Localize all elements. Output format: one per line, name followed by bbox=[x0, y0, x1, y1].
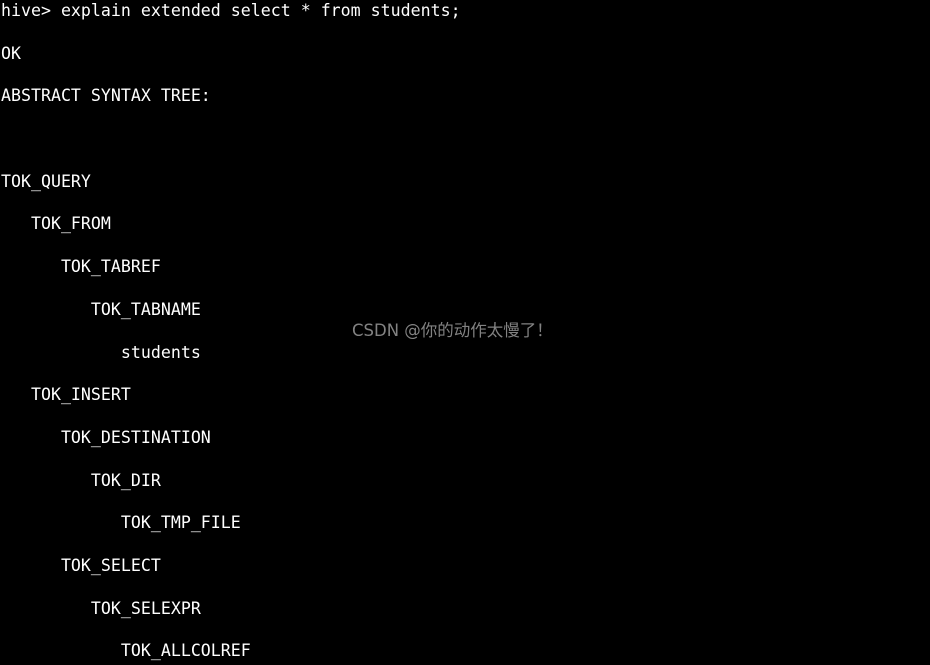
terminal-window[interactable]: hive> explain extended select * from stu… bbox=[0, 0, 930, 665]
terminal-line: TOK_DESTINATION bbox=[1, 427, 211, 447]
terminal-line: TOK_TABNAME bbox=[1, 299, 201, 319]
terminal-line: TOK_SELECT bbox=[1, 555, 161, 575]
terminal-line: TOK_INSERT bbox=[1, 385, 131, 405]
terminal-line: TOK_FROM bbox=[1, 214, 111, 234]
terminal-line: TOK_DIR bbox=[1, 470, 161, 490]
terminal-line: OK bbox=[1, 43, 21, 63]
terminal-line: hive> explain extended select * from stu… bbox=[1, 1, 461, 20]
terminal-output: hive> explain extended select * from stu… bbox=[0, 0, 930, 665]
terminal-line: TOK_TABREF bbox=[1, 257, 161, 277]
terminal-line: students bbox=[1, 342, 201, 362]
terminal-line: TOK_QUERY bbox=[1, 171, 91, 191]
terminal-line: ABSTRACT SYNTAX TREE: bbox=[1, 86, 211, 106]
terminal-line: TOK_SELEXPR bbox=[1, 598, 201, 618]
terminal-line: TOK_ALLCOLREF bbox=[1, 641, 251, 661]
terminal-line: TOK_TMP_FILE bbox=[1, 513, 241, 533]
